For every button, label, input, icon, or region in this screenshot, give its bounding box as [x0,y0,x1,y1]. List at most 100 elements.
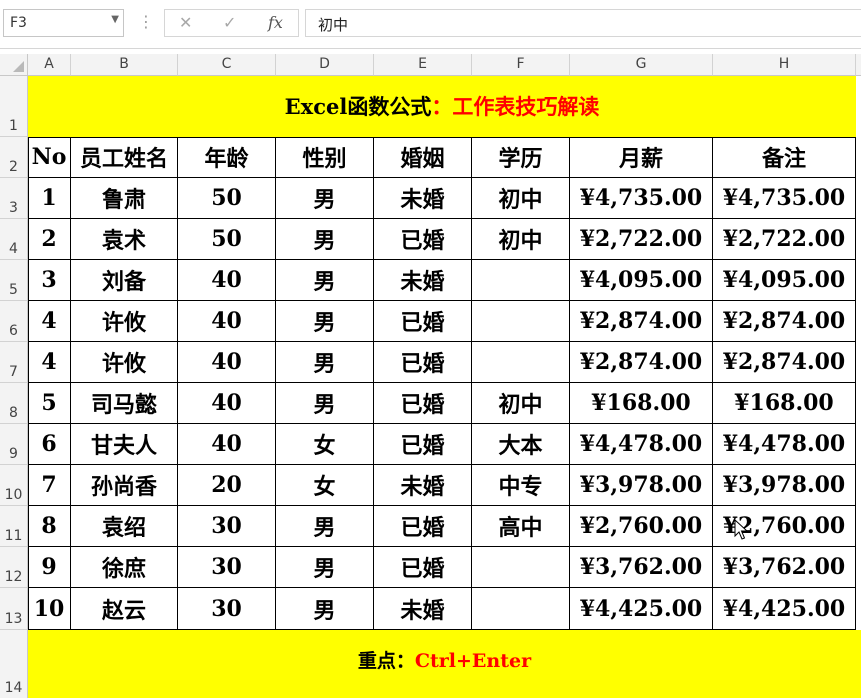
table-cell-education[interactable]: 初中 [472,383,570,424]
table-cell-education[interactable]: 中专 [472,465,570,506]
column-header-d[interactable]: D [276,54,374,76]
table-cell-no[interactable]: 10 [28,588,71,630]
table-cell-gender[interactable]: 男 [276,547,374,588]
table-cell-name[interactable]: 鲁肃 [71,178,178,219]
table-cell-age[interactable]: 40 [178,383,276,424]
column-header-e[interactable]: E [374,54,472,76]
row-header-10[interactable]: 10 [0,465,28,506]
table-cell-marital[interactable]: 未婚 [374,260,472,301]
table-cell-age[interactable]: 30 [178,547,276,588]
table-cell-remark[interactable]: ¥4,735.00 [713,178,856,219]
table-cell-gender[interactable]: 男 [276,506,374,547]
row-header-6[interactable]: 6 [0,301,28,342]
table-cell-salary[interactable]: ¥2,874.00 [570,301,713,342]
table-cell-marital[interactable]: 未婚 [374,465,472,506]
table-cell-marital[interactable]: 已婚 [374,506,472,547]
table-cell-marital[interactable]: 未婚 [374,178,472,219]
row-header-2[interactable]: 2 [0,137,28,178]
column-header-g[interactable]: G [570,54,713,76]
table-cell-remark[interactable]: ¥4,425.00 [713,588,856,630]
chevron-down-icon[interactable]: ▼ [111,14,119,25]
table-cell-gender[interactable]: 男 [276,178,374,219]
cancel-icon[interactable]: ✕ [179,13,192,32]
formula-input[interactable]: 初中 [305,9,861,37]
table-cell-salary[interactable]: ¥4,095.00 [570,260,713,301]
insert-function-icon[interactable]: fx [268,13,283,32]
table-cell-gender[interactable]: 男 [276,383,374,424]
table-cell-gender[interactable]: 女 [276,465,374,506]
table-cell-name[interactable]: 赵云 [71,588,178,630]
footer-banner[interactable]: 重点：Ctrl+Enter [28,630,861,698]
table-cell-remark[interactable]: ¥168.00 [713,383,856,424]
table-cell-name[interactable]: 袁绍 [71,506,178,547]
table-cell-name[interactable]: 袁术 [71,219,178,260]
row-header-4[interactable]: 4 [0,219,28,260]
table-cell-name[interactable]: 许攸 [71,301,178,342]
table-cell-marital[interactable]: 已婚 [374,301,472,342]
table-cell-salary[interactable]: ¥3,978.00 [570,465,713,506]
table-cell-remark[interactable]: ¥2,874.00 [713,301,856,342]
row-header-8[interactable]: 8 [0,383,28,424]
table-cell-no[interactable]: 7 [28,465,71,506]
table-cell-no[interactable]: 1 [28,178,71,219]
table-cell-marital[interactable]: 未婚 [374,588,472,630]
table-cell-age[interactable]: 30 [178,506,276,547]
column-header-f[interactable]: F [472,54,570,76]
select-all-corner[interactable] [0,54,28,76]
table-cell-education[interactable] [472,342,570,383]
table-cell-no[interactable]: 4 [28,301,71,342]
table-cell-age[interactable]: 50 [178,219,276,260]
table-cell-remark[interactable]: ¥4,095.00 [713,260,856,301]
enter-check-icon[interactable]: ✓ [223,13,236,32]
table-cell-gender[interactable]: 男 [276,301,374,342]
row-header-1[interactable]: 1 [0,76,28,137]
header-cell-marital[interactable]: 婚姻 [374,137,472,178]
table-cell-education[interactable] [472,301,570,342]
header-cell-name[interactable]: 员工姓名 [71,137,178,178]
table-cell-age[interactable]: 30 [178,588,276,630]
table-cell-remark[interactable]: ¥2,874.00 [713,342,856,383]
column-header-a[interactable]: A [28,54,71,76]
row-header-12[interactable]: 12 [0,547,28,588]
row-header-9[interactable]: 9 [0,424,28,465]
table-cell-age[interactable]: 50 [178,178,276,219]
table-cell-marital[interactable]: 已婚 [374,383,472,424]
table-cell-name[interactable]: 刘备 [71,260,178,301]
column-header-h[interactable]: H [713,54,856,76]
table-cell-education[interactable] [472,588,570,630]
table-cell-gender[interactable]: 男 [276,342,374,383]
row-header-14[interactable]: 14 [0,630,28,698]
table-cell-education[interactable] [472,547,570,588]
table-cell-salary[interactable]: ¥3,762.00 [570,547,713,588]
table-cell-no[interactable]: 8 [28,506,71,547]
table-cell-age[interactable]: 40 [178,301,276,342]
row-header-3[interactable]: 3 [0,178,28,219]
table-cell-education[interactable] [472,260,570,301]
row-header-11[interactable]: 11 [0,506,28,547]
table-cell-education[interactable]: 高中 [472,506,570,547]
table-cell-salary[interactable]: ¥4,735.00 [570,178,713,219]
table-cell-education[interactable]: 大本 [472,424,570,465]
table-cell-marital[interactable]: 已婚 [374,424,472,465]
table-cell-age[interactable]: 40 [178,424,276,465]
table-cell-gender[interactable]: 男 [276,260,374,301]
table-cell-remark[interactable]: ¥4,478.00 [713,424,856,465]
header-cell-remark[interactable]: 备注 [713,137,856,178]
table-cell-gender[interactable]: 女 [276,424,374,465]
table-cell-no[interactable]: 4 [28,342,71,383]
table-cell-name[interactable]: 许攸 [71,342,178,383]
table-cell-no[interactable]: 2 [28,219,71,260]
title-banner[interactable]: Excel函数公式：工作表技巧解读 [28,76,856,137]
header-cell-gender[interactable]: 性别 [276,137,374,178]
table-cell-salary[interactable]: ¥2,874.00 [570,342,713,383]
column-header-c[interactable]: C [178,54,276,76]
table-cell-no[interactable]: 6 [28,424,71,465]
table-cell-salary[interactable]: ¥2,760.00 [570,506,713,547]
table-cell-salary[interactable]: ¥2,722.00 [570,219,713,260]
header-cell-no[interactable]: No [28,137,71,178]
header-cell-salary[interactable]: 月薪 [570,137,713,178]
table-cell-age[interactable]: 40 [178,342,276,383]
table-cell-marital[interactable]: 已婚 [374,547,472,588]
table-cell-age[interactable]: 40 [178,260,276,301]
table-cell-gender[interactable]: 男 [276,219,374,260]
